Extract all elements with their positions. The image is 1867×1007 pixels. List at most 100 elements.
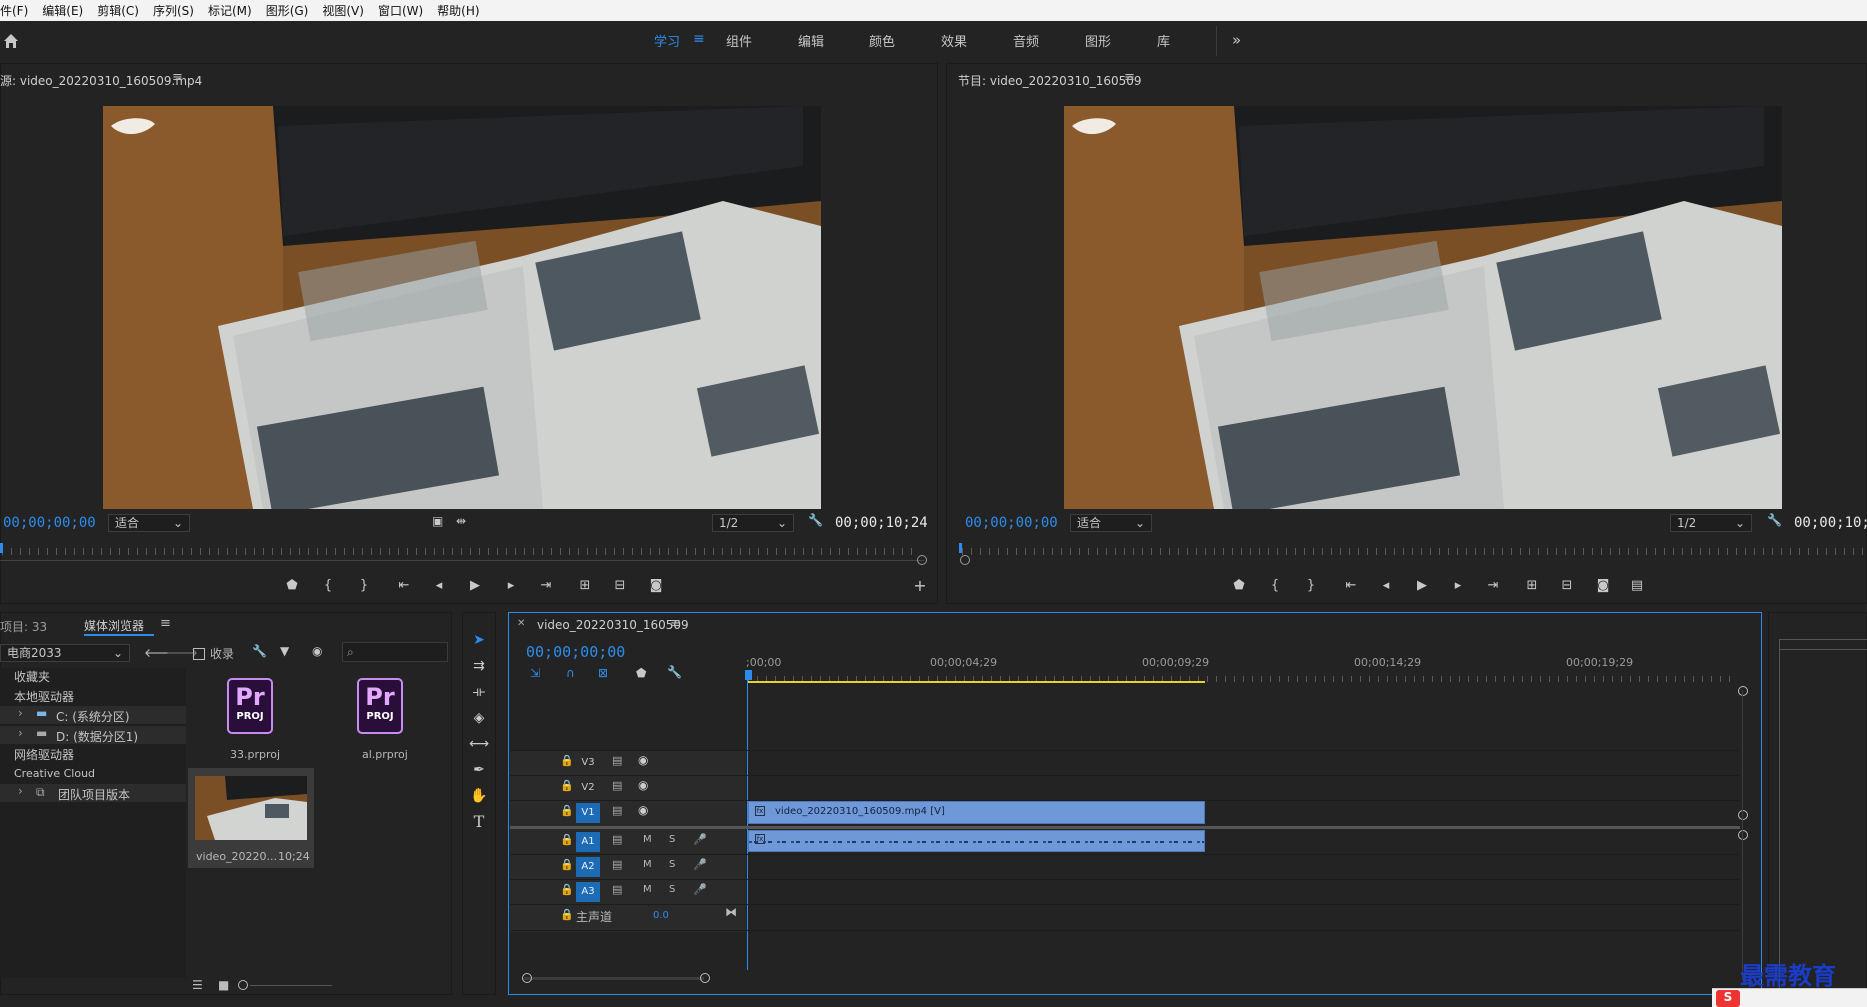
mic-icon[interactable]: 🎤 (693, 883, 707, 896)
add-button-icon[interactable]: + (911, 577, 929, 595)
slip-tool-icon[interactable]: ⟷ (467, 733, 491, 755)
favorites-checkbox[interactable] (193, 648, 205, 660)
menu-clip[interactable]: 剪辑(C) (97, 2, 139, 19)
menu-sequence[interactable]: 序列(S) (153, 2, 194, 19)
overwrite-icon[interactable]: ⊟ (611, 577, 629, 595)
ime-toolbar[interactable]: S (1712, 988, 1867, 1007)
drag-video-icon[interactable]: ⇹ (456, 514, 466, 528)
settings-wrench-icon[interactable]: 🔧 (1767, 513, 1782, 527)
tree-drive-c[interactable]: C: (系统分区) (56, 708, 130, 725)
type-tool-icon[interactable]: T (467, 811, 491, 833)
tree-drive-d[interactable]: D: (数据分区1) (56, 728, 138, 745)
zoom-handle-icon[interactable] (917, 555, 927, 565)
view-eye-icon[interactable]: ◉ (312, 644, 322, 658)
track-a2-label[interactable]: A2 (576, 857, 600, 877)
nest-icon[interactable]: ⇲ (530, 666, 540, 680)
tree-creative-cloud[interactable]: Creative Cloud (14, 767, 95, 780)
insert-icon[interactable]: ⊞ (576, 577, 594, 595)
workspace-tab-assembly[interactable]: 组件 (726, 31, 752, 50)
track-a1-label[interactable]: A1 (576, 832, 600, 852)
eye-icon[interactable]: ◉ (638, 803, 648, 817)
menu-marker[interactable]: 标记(M) (208, 2, 252, 19)
vertical-zoom-handle[interactable] (1738, 686, 1748, 696)
tree-local-drives[interactable]: 本地驱动器 (14, 688, 74, 705)
timeline-settings-icon[interactable]: 🔧 (667, 665, 682, 679)
program-timecode[interactable]: 00;00;00;00 (965, 515, 1058, 531)
source-fit-dropdown[interactable]: 适合 ⌄ (108, 514, 190, 532)
selection-tool-icon[interactable]: ➤ (467, 629, 491, 651)
vertical-scrollbar[interactable] (1742, 690, 1743, 980)
add-marker-icon[interactable]: ⬟ (283, 577, 301, 595)
play-icon[interactable]: ▶ (466, 577, 484, 595)
razor-tool-icon[interactable]: ◈ (467, 707, 491, 729)
compare-icon[interactable]: ▤ (1628, 577, 1646, 595)
linked-selection-icon[interactable]: ⊠ (598, 666, 608, 680)
scroll-handle-left[interactable] (522, 973, 532, 983)
hand-tool-icon[interactable]: ✋ (467, 785, 491, 807)
add-marker-icon[interactable]: ⬟ (636, 666, 646, 680)
chevron-right-icon[interactable]: › (18, 726, 23, 740)
sync-lock-icon[interactable]: ▤ (612, 858, 622, 871)
track-v2-label[interactable]: V2 (576, 778, 600, 798)
timeline-tab[interactable]: video_20220310_160509 (537, 618, 689, 632)
mark-in-icon[interactable]: { (1266, 577, 1284, 595)
camera-icon[interactable]: ◙ (647, 577, 665, 595)
timeline-timecode[interactable]: 00;00;00;00 (526, 643, 625, 661)
go-to-out-icon[interactable]: ⇥ (1484, 577, 1502, 595)
close-icon[interactable]: ✕ (517, 618, 525, 629)
step-forward-icon[interactable]: ▸ (502, 577, 520, 595)
camera-icon[interactable]: ◙ (1594, 577, 1612, 595)
mark-in-icon[interactable]: { (319, 577, 337, 595)
file-item[interactable]: Pr PROJ 33.prproj (190, 668, 296, 764)
lock-icon[interactable]: 🔒 (560, 779, 574, 792)
track-v3-label[interactable]: V3 (576, 753, 600, 773)
workspace-tab-color[interactable]: 颜色 (869, 31, 895, 50)
eye-icon[interactable]: ◉ (638, 778, 648, 792)
vertical-zoom-handle[interactable] (1738, 830, 1748, 840)
go-to-in-icon[interactable]: ⇤ (395, 577, 413, 595)
program-monitor-title[interactable]: 节目: video_20220310_160509 (958, 72, 1142, 89)
workspace-tab-effects[interactable]: 效果 (941, 31, 967, 50)
tab-project[interactable]: 项目: 33 (0, 618, 47, 635)
filter-icon[interactable]: ▼ (280, 644, 289, 658)
sync-lock-icon[interactable]: ▤ (612, 883, 622, 896)
pen-tool-icon[interactable]: ✒ (467, 759, 491, 781)
panel-menu-icon[interactable]: ≡ (172, 70, 183, 85)
step-forward-icon[interactable]: ▸ (1449, 577, 1467, 595)
workspace-tab-learn[interactable]: 学习 (654, 31, 680, 50)
snap-magnet-icon[interactable]: ∩ (566, 666, 575, 680)
eye-icon[interactable]: ◉ (638, 753, 648, 767)
timeline-playhead[interactable] (745, 670, 752, 680)
work-area-bar[interactable] (748, 681, 1205, 683)
home-icon[interactable] (2, 32, 20, 50)
zoom-slider-handle[interactable] (238, 980, 248, 990)
vertical-zoom-handle[interactable] (1738, 810, 1748, 820)
panel-menu-icon[interactable]: ≡ (670, 616, 681, 631)
sync-lock-icon[interactable]: ▤ (612, 804, 622, 817)
source-time-ruler[interactable] (2, 548, 920, 555)
program-fit-dropdown[interactable]: 适合 ⌄ (1070, 514, 1152, 532)
go-to-end-icon[interactable]: ⧓ (725, 905, 737, 919)
lock-icon[interactable]: 🔒 (560, 833, 574, 846)
zoom-slider[interactable] (250, 985, 332, 986)
step-back-icon[interactable]: ◂ (430, 577, 448, 595)
go-to-in-icon[interactable]: ⇤ (1342, 577, 1360, 595)
mark-out-icon[interactable]: } (1302, 577, 1320, 595)
mic-icon[interactable]: 🎤 (693, 858, 707, 871)
master-volume-value[interactable]: 0.0 (653, 910, 669, 921)
audio-clip[interactable]: fx (748, 830, 1205, 852)
program-time-ruler[interactable] (962, 548, 1867, 555)
source-video-frame[interactable] (103, 106, 821, 509)
panel-menu-icon[interactable]: ≡ (160, 616, 171, 631)
workspace-menu-icon[interactable]: ≡ (693, 31, 705, 47)
lift-icon[interactable]: ⊞ (1523, 577, 1541, 595)
program-video-frame[interactable] (1064, 106, 1782, 509)
lock-icon[interactable]: 🔒 (560, 858, 574, 871)
source-resolution-dropdown[interactable]: 1/2 ⌄ (712, 514, 794, 532)
play-icon[interactable]: ▶ (1413, 577, 1431, 595)
wrench-icon[interactable]: 🔧 (252, 644, 267, 658)
menu-graphics[interactable]: 图形(G) (266, 2, 309, 19)
step-back-icon[interactable]: ◂ (1377, 577, 1395, 595)
source-playhead[interactable] (0, 543, 3, 553)
add-marker-icon[interactable]: ⬟ (1230, 577, 1248, 595)
